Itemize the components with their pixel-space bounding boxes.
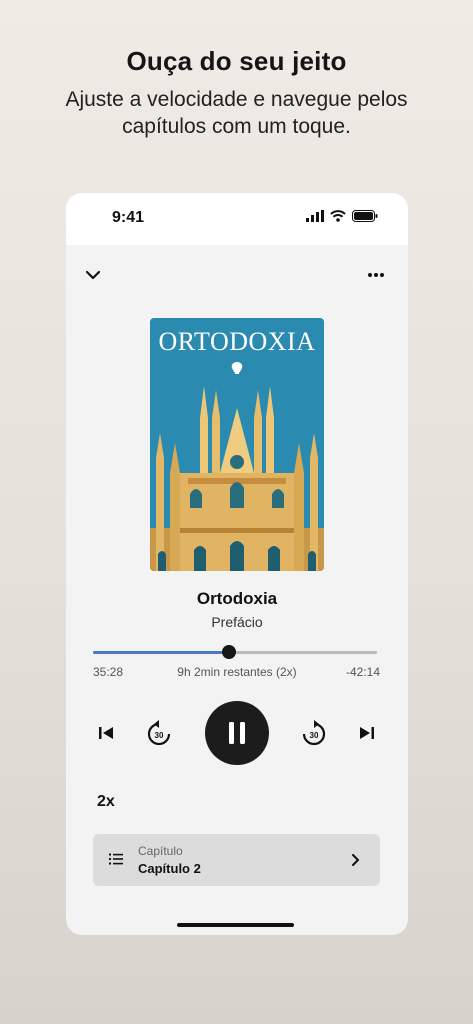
status-bar: 9:41	[66, 193, 408, 245]
pause-icon	[229, 722, 245, 744]
chapter-selector-value: Capítulo 2	[138, 861, 201, 876]
current-chapter: Prefácio	[211, 614, 263, 630]
forward-30-button[interactable]: 30	[301, 719, 327, 747]
status-time: 9:41	[112, 209, 145, 226]
playback-speed-button[interactable]: 2x	[97, 793, 115, 811]
publisher-logo-icon	[231, 362, 243, 374]
book-cover: ORTODOXIA	[150, 318, 324, 571]
list-icon	[109, 853, 123, 865]
chevron-down-icon	[86, 270, 100, 279]
wifi-icon	[330, 210, 346, 222]
battery-icon	[352, 210, 378, 222]
previous-chapter-button[interactable]	[94, 723, 118, 743]
skip-next-icon	[360, 727, 374, 739]
more-dots-icon	[368, 273, 384, 277]
rewind-30-button[interactable]: 30	[146, 719, 172, 747]
progress-slider[interactable]	[93, 645, 377, 659]
home-indicator	[177, 923, 294, 927]
cover-title: ORTODOXIA	[158, 327, 316, 356]
more-options-button[interactable]	[362, 265, 390, 285]
chapter-selector[interactable]: Capítulo Capítulo 2	[93, 834, 380, 886]
rewind-30-icon: 30	[147, 720, 171, 746]
signal-icon	[306, 210, 324, 222]
next-chapter-button[interactable]	[355, 723, 379, 743]
phone-frame: 9:41 ORTODOXIA Ortodoxia Prefácio 35:28 …	[66, 193, 408, 935]
chapter-selector-label: Capítulo	[138, 844, 183, 858]
remaining-time: -42:14	[345, 665, 380, 679]
cathedral-illustration	[150, 386, 324, 571]
collapse-button[interactable]	[79, 265, 107, 285]
pause-button[interactable]	[205, 701, 269, 765]
forward-seconds-label: 30	[310, 731, 319, 740]
skip-previous-icon	[99, 727, 113, 739]
book-title: Ortodoxia	[196, 589, 278, 608]
forward-30-icon: 30	[302, 720, 326, 746]
chevron-right-icon	[352, 854, 359, 866]
status-icons	[306, 210, 378, 222]
progress-fill	[93, 651, 230, 654]
promo-headline: Ouça do seu jeito	[126, 46, 347, 76]
promo-subheadline: Ajuste a velocidade e navegue pelos capí…	[65, 88, 408, 138]
rewind-seconds-label: 30	[155, 731, 164, 740]
progress-knob[interactable]	[222, 645, 237, 659]
